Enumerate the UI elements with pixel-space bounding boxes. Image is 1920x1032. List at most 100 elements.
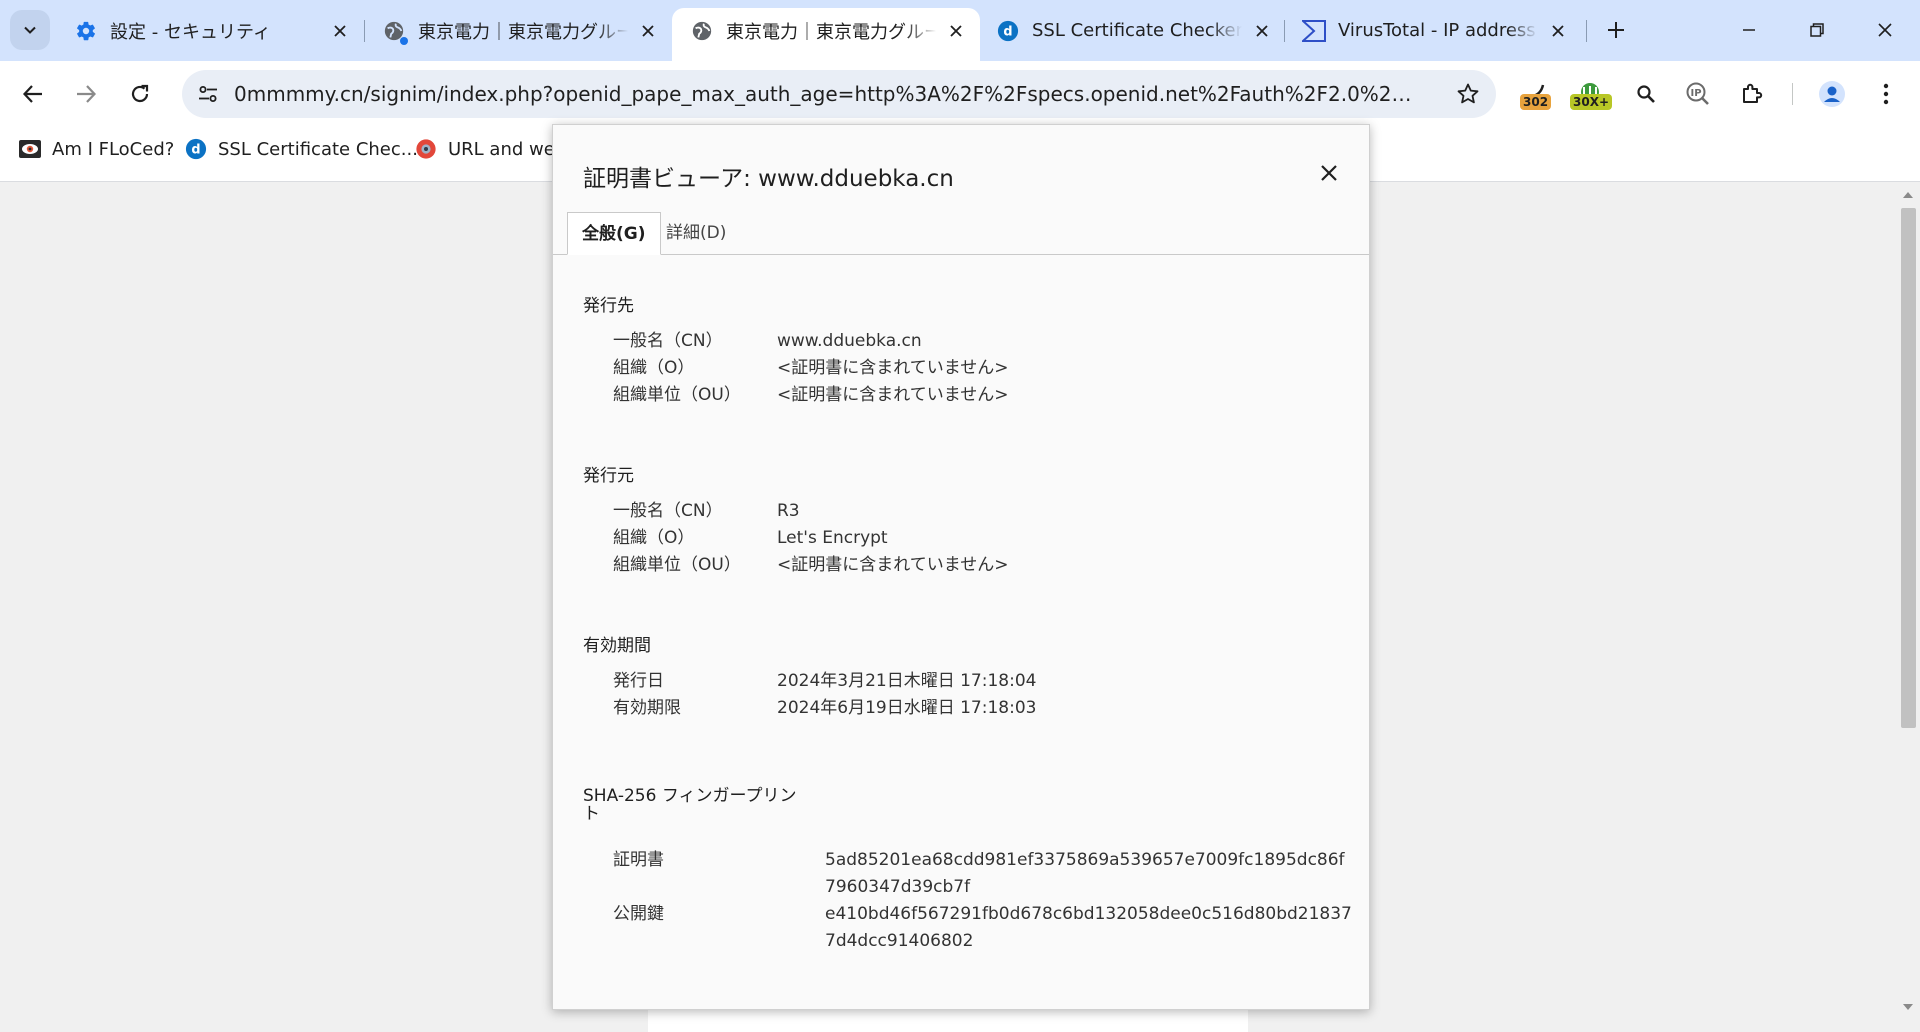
issued-by-o-row: 組織（O） Let's Encrypt [613, 525, 1353, 552]
search-icon [1637, 85, 1655, 103]
svg-text:IP: IP [1690, 88, 1701, 99]
field-label: 組織（O） [613, 528, 695, 548]
issued-to-cn-row: 一般名（CN） www.dduebka.cn [613, 328, 1353, 355]
tab-general[interactable]: 全般(G) [567, 212, 661, 255]
fingerprint-heading: SHA-256 フィンガープリント [583, 786, 797, 824]
site-info-icon[interactable] [192, 78, 224, 110]
arrow-right-icon [77, 85, 97, 103]
tab-strip: 設定 - セキュリティ 東京電力｜東京電力グループ 東京電力｜東京電力グループ … [0, 0, 1920, 61]
plus-icon [1608, 22, 1624, 38]
validity-heading: 有効期間 [583, 636, 651, 656]
svg-text:d: d [191, 143, 200, 158]
expires-on-row: 有効期限 2024年6月19日水曜日 17:18:03 [613, 695, 1353, 722]
more-vert-icon [1883, 83, 1889, 105]
tab-title: 東京電力｜東京電力グループ [418, 21, 628, 43]
field-value: Let's Encrypt [777, 528, 888, 548]
minimize-icon [1743, 29, 1755, 31]
minimize-button[interactable] [1726, 8, 1772, 52]
tab-ssl-checker[interactable]: d SSL Certificate Checker - [978, 9, 1286, 52]
field-value: 2024年3月21日木曜日 17:18:04 [777, 671, 1037, 691]
field-label: 発行日 [613, 671, 664, 691]
issued-by-cn-row: 一般名（CN） R3 [613, 498, 1353, 525]
ip-lookup-extension[interactable]: IP [1680, 76, 1716, 112]
new-tab-button[interactable] [1598, 12, 1634, 48]
field-label: 公開鍵 [613, 904, 664, 924]
scrollbar[interactable] [1897, 182, 1920, 1020]
chevron-down-icon [24, 26, 36, 34]
digicert-icon: d [184, 137, 208, 161]
field-value: R3 [777, 501, 800, 521]
restore-icon [1810, 23, 1824, 37]
field-label: 組織単位（OU） [613, 555, 741, 575]
bookmark-ssl-checker[interactable]: d SSL Certificate Chec... [184, 127, 418, 171]
issued-on-row: 発行日 2024年3月21日木曜日 17:18:04 [613, 668, 1353, 695]
gear-icon [74, 19, 98, 43]
certificate-fingerprint-row: 証明書 5ad85201ea68cdd981ef3375869a539657e7… [613, 847, 1353, 901]
menu-button[interactable] [1868, 76, 1904, 112]
close-icon[interactable] [634, 17, 662, 45]
scroll-down-arrow-icon[interactable] [1903, 1004, 1913, 1010]
puzzle-icon [1743, 83, 1763, 103]
dialog-close-button[interactable] [1313, 157, 1345, 189]
field-label: 組織単位（OU） [613, 385, 741, 405]
tab-separator [1586, 20, 1587, 42]
forward-button[interactable] [66, 74, 106, 114]
close-icon[interactable] [326, 17, 354, 45]
restore-button[interactable] [1794, 8, 1840, 52]
close-window-button[interactable] [1862, 8, 1908, 52]
issued-to-ou-row: 組織単位（OU） <証明書に含まれていません> [613, 382, 1353, 409]
notification-dot [400, 36, 408, 45]
eff-icon [18, 137, 42, 161]
search-extension[interactable] [1628, 76, 1664, 112]
issued-by-ou-row: 組織単位（OU） <証明書に含まれていません> [613, 552, 1353, 579]
field-label: 証明書 [613, 850, 664, 870]
issued-to-o-row: 組織（O） <証明書に含まれていません> [613, 355, 1353, 382]
redirect-30x-badge: 30X+ [1570, 94, 1613, 110]
tab-virustotal[interactable]: VirusTotal - IP address - 1 [1284, 9, 1582, 52]
tab-title: 設定 - セキュリティ [110, 21, 271, 43]
bookmark-am-i-floced[interactable]: Am I FLoCed? [18, 127, 174, 171]
avatar-icon [1819, 81, 1845, 107]
field-label: 組織（O） [613, 358, 695, 378]
public-key-fingerprint-row: 公開鍵 e410bd46f567291fb0d678c6bd132058dee0… [613, 901, 1353, 955]
field-label: 一般名（CN） [613, 501, 723, 521]
issued-to-heading: 発行先 [583, 296, 634, 316]
dialog-tabs: 全般(G) 詳細(D) [553, 212, 1369, 255]
globe-icon [690, 19, 714, 43]
scroll-up-arrow-icon[interactable] [1903, 192, 1913, 198]
field-value: <証明書に含まれていません> [777, 358, 1009, 378]
extensions-button[interactable] [1734, 76, 1770, 112]
field-label: 一般名（CN） [613, 331, 723, 351]
tab-search-button[interactable] [10, 10, 50, 50]
toolbar: 0mmmmy.cn/signim/index.php?openid_pape_m… [0, 61, 1920, 127]
address-bar[interactable]: 0mmmmy.cn/signim/index.php?openid_pape_m… [182, 70, 1496, 118]
field-value: e410bd46f567291fb0d678c6bd132058dee0c516… [825, 904, 1352, 951]
tab-details[interactable]: 詳細(D) [652, 212, 740, 254]
ip-search-icon: IP [1686, 82, 1709, 105]
redirect-302-badge: 302 [1520, 94, 1552, 110]
certificate-viewer-dialog: 証明書ビューア: www.dduebka.cn 全般(G) 詳細(D) 発行先 … [552, 124, 1370, 1010]
redirect-30x-extension[interactable]: 30X+ [1568, 76, 1613, 112]
arrow-left-icon [22, 85, 42, 103]
tab-tepco-1[interactable]: 東京電力｜東京電力グループ [364, 9, 672, 52]
redirect-302-extension[interactable]: 302 [1518, 76, 1558, 112]
bookmark-star-icon[interactable] [1456, 82, 1480, 106]
field-value: www.dduebka.cn [777, 331, 922, 351]
field-label: 有効期限 [613, 698, 681, 718]
close-icon[interactable] [1544, 17, 1572, 45]
scrollbar-thumb[interactable] [1901, 208, 1916, 728]
field-value: 2024年6月19日水曜日 17:18:03 [777, 698, 1037, 718]
close-icon [1321, 165, 1337, 181]
close-icon[interactable] [942, 17, 970, 45]
field-value: <証明書に含まれていません> [777, 385, 1009, 405]
tab-tepco-2[interactable]: 東京電力｜東京電力グループ [672, 8, 980, 61]
field-value: 5ad85201ea68cdd981ef3375869a539657e7009f… [825, 850, 1345, 897]
virustotal-icon [1302, 19, 1326, 43]
back-button[interactable] [13, 74, 53, 114]
url-text[interactable]: 0mmmmy.cn/signim/index.php?openid_pape_m… [234, 70, 1414, 118]
dialog-title: 証明書ビューア: www.dduebka.cn [583, 166, 954, 192]
reload-button[interactable] [120, 74, 160, 114]
profile-button[interactable] [1814, 76, 1850, 112]
close-icon[interactable] [1248, 17, 1276, 45]
tab-settings-security[interactable]: 設定 - セキュリティ [56, 9, 364, 52]
